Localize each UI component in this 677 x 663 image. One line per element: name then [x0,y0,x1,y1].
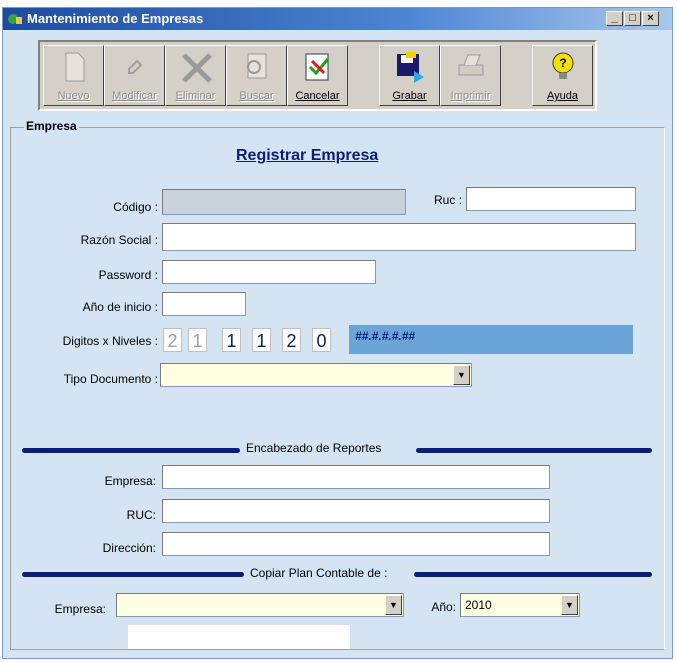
search-document-icon [247,53,267,79]
reporte-direccion-input[interactable] [163,533,549,555]
imprimir-button[interactable]: Imprimir [440,45,501,106]
anio-inicio-input[interactable] [163,293,245,315]
eliminar-label: Eliminar [175,90,216,102]
digit-nivel-2[interactable]: 1 [188,328,207,352]
copiar-empresa-select[interactable]: ▼ [116,593,404,617]
modificar-button[interactable]: Modificar [104,45,165,106]
copiar-anio-value: 2010 [465,598,492,612]
eliminar-button[interactable]: Eliminar [165,45,226,106]
minimize-button[interactable]: _ [606,11,623,26]
chevron-down-icon[interactable]: ▼ [561,595,578,615]
anio-inicio-field[interactable] [162,292,246,316]
digit-nivel-6[interactable]: 0 [312,328,331,352]
reportes-section-title: Encabezado de Reportes [244,441,384,455]
digit-mask-display: ##.#.#.#.## [349,325,633,354]
imprimir-label: Imprimir [450,90,491,102]
password-label: Password : [98,268,158,282]
ruc-input[interactable] [467,188,635,210]
copiar-section-title: Copiar Plan Contable de : [248,566,390,580]
cancel-check-icon [305,53,330,81]
anio-inicio-label: Año de inicio : [82,300,158,314]
chevron-down-icon[interactable]: ▼ [453,365,470,385]
chevron-down-icon[interactable]: ▼ [385,595,402,615]
title-bar[interactable]: Mantenimiento de Empresas _ □ × [3,8,672,30]
password-field[interactable] [162,260,376,284]
reporte-direccion-label: Dirección: [102,541,156,555]
codigo-label: Código : [113,200,158,214]
reporte-ruc-field[interactable] [162,499,550,523]
digit-nivel-5[interactable]: 2 [282,328,301,352]
digit-nivel-3[interactable]: 1 [222,328,241,352]
cancelar-button[interactable]: Cancelar [287,45,348,106]
cancelar-label: Cancelar [295,90,340,102]
new-document-icon [65,52,85,82]
nuevo-button[interactable]: Nuevo [43,45,104,106]
copiar-anio-select[interactable]: 2010 ▼ [460,593,580,617]
reporte-ruc-input[interactable] [163,500,549,522]
copiar-empresa-label: Empresa: [54,602,106,616]
reporte-empresa-label: Empresa: [104,474,156,488]
digit-nivel-1[interactable]: 2 [163,328,182,352]
razon-social-label: Razón Social : [80,233,158,247]
modificar-label: Modificar [112,90,157,102]
reporte-empresa-field[interactable] [162,465,550,489]
razon-social-input[interactable] [163,224,635,250]
reporte-direccion-field[interactable] [162,532,550,556]
tipo-documento-label: Tipo Documento : [63,372,158,386]
digitos-label: Digitos x Niveles : [62,334,158,348]
status-field [128,625,350,649]
save-floppy-icon [397,52,424,83]
ayuda-button[interactable]: ? Ayuda [532,45,593,106]
maximize-button[interactable]: □ [624,11,641,26]
password-input[interactable] [163,261,375,283]
toolbar: Nuevo Modificar Eliminar Buscar Cancelar… [38,40,597,111]
tipo-documento-select[interactable]: ▼ [160,363,472,387]
razon-social-field[interactable] [162,223,636,251]
reporte-ruc-label: RUC: [126,508,156,522]
digit-nivel-4[interactable]: 1 [252,328,271,352]
x-delete-icon [182,53,212,83]
copiar-separator-right [414,572,652,577]
empresa-group-label: Empresa [24,119,79,133]
close-button[interactable]: × [642,11,659,26]
help-bulb-icon: ? [552,52,574,79]
grabar-button[interactable]: Grabar [379,45,440,106]
buscar-button[interactable]: Buscar [226,45,287,106]
svg-text:?: ? [559,56,566,70]
grabar-label: Grabar [392,90,427,102]
reportes-separator-right [416,448,652,453]
window-title: Mantenimiento de Empresas [27,11,204,26]
ayuda-label: Ayuda [547,90,578,102]
reportes-separator-left [22,448,240,453]
codigo-input[interactable] [163,190,405,214]
ruc-label: Ruc : [433,193,462,207]
pencil-icon [128,59,143,74]
codigo-field[interactable] [162,189,406,215]
nuevo-label: Nuevo [57,90,90,102]
ruc-field[interactable] [466,187,636,211]
reporte-empresa-input[interactable] [163,466,549,488]
copiar-separator-left [22,572,244,577]
page-title: Registrar Empresa [236,147,379,164]
buscar-label: Buscar [239,90,274,102]
printer-icon [458,54,484,76]
copiar-anio-label: Año: [431,600,456,614]
app-icon [8,14,22,24]
